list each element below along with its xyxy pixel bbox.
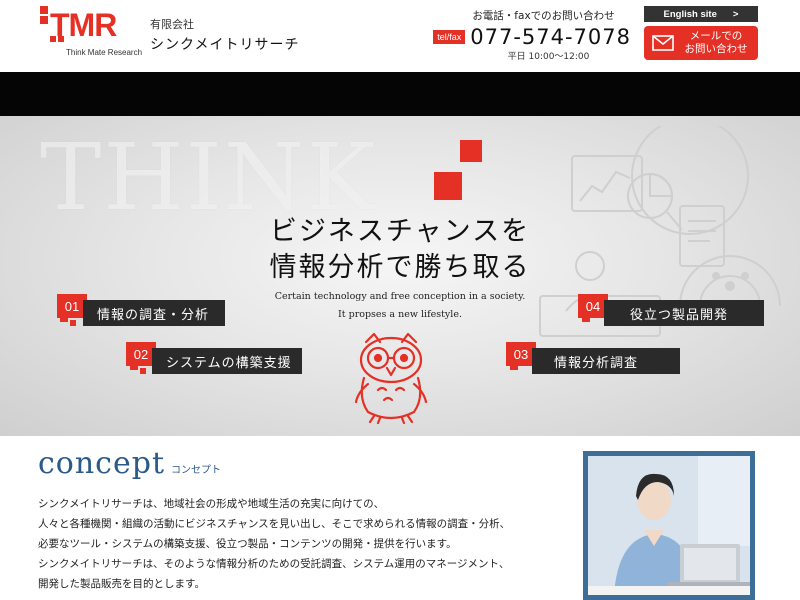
company-block: 有限会社 シンクメイトリサーチ [150,16,299,54]
concept-heading: concept コンセプト [38,446,221,481]
telfax-tag: tel/fax [433,30,466,44]
accent-square [60,314,68,322]
contact-row: tel/fax 077-574-7078 [426,25,631,49]
concept-line: 必要なツール・システムの構築支援、役立つ製品・コンテンツの開発・提供を行います。 [38,538,457,550]
concept-line: 人々と各種機関・組織の活動にビジネスチャンスを見い出し、そこで求められる情報の調… [38,518,511,530]
feature-label: 情報分析調査 [532,348,680,374]
hero-tagline-line1: Certain technology and free conception i… [274,291,526,302]
logo-subtitle: Think Mate Research [66,48,143,57]
feature-label: システムの構築支援 [152,348,302,374]
chevron-right-icon: > [732,8,739,20]
concept-photo-frame [583,451,755,600]
owl-mascot-icon [354,332,428,424]
accent-square [582,314,590,322]
company-name: シンクメイトリサーチ [150,37,300,53]
accent-square [434,172,462,200]
accent-square [70,320,76,326]
phone-number[interactable]: 077-574-7078 [470,25,631,49]
hero-tagline-line2: It propses a new lifestyle. [338,309,462,320]
nav-band [0,72,800,116]
mail-icon [652,35,674,51]
concept-line: シンクメイトリサーチは、地域社会の形成や地域生活の充実に向けての、 [38,498,385,510]
company-type: 有限会社 [150,18,194,31]
company-logo[interactable]: TMR Think Mate Research [40,6,143,64]
feature-01[interactable]: 01 情報の調査・分析 [57,286,225,326]
accent-square [460,140,482,162]
feature-label: 役立つ製品開発 [604,300,764,326]
accent-square [140,368,146,374]
mail-label-line2: お問い合わせ [684,43,748,55]
logo-text: TMR [50,7,117,43]
contact-block: お電話・faxでのお問い合わせ tel/fax 077-574-7078 平日 … [426,8,631,62]
concept-body: シンクメイトリサーチは、地域社会の形成や地域生活の充実に向けての、 人々と各種機… [38,494,578,594]
accent-square [510,362,518,370]
english-site-button[interactable]: English site > [644,6,758,22]
hero-tagline: Certain technology and free conception i… [260,288,540,324]
contact-label: お電話・faxでのお問い合わせ [472,10,615,22]
mail-label-line1: メールでの [689,30,743,42]
feature-02[interactable]: 02 システムの構築支援 [126,334,302,374]
feature-04[interactable]: 04 役立つ製品開発 [578,286,764,326]
english-site-label: English site [663,8,717,20]
hero-section: THINK ビジネスチャンスを 情報分析で勝ち取る Certain techno… [0,116,800,436]
tmr-logo-mark: TMR [40,6,118,43]
mail-button-label: メールでの お問い合わせ [674,30,758,56]
business-hours: 平日 10:00〜12:00 [507,52,590,62]
hero-headline-line2: 情報分析で勝ち取る [269,252,531,283]
concept-photo [588,456,750,595]
feature-03[interactable]: 03 情報分析調査 [506,334,680,374]
mail-contact-button[interactable]: メールでの お問い合わせ [644,26,758,60]
concept-title-en: concept [38,446,165,481]
accent-square [130,362,138,370]
hero-headline: ビジネスチャンスを 情報分析で勝ち取る [260,214,540,286]
concept-line: シンクメイトリサーチは、そのような情報分析のための受託調査、システム運用のマネー… [38,558,510,570]
concept-line: 開発した製品販売を目的とします。 [38,578,205,590]
site-header: TMR Think Mate Research 有限会社 シンクメイトリサーチ … [0,0,800,72]
concept-title-ja: コンセプト [171,465,221,476]
hero-headline-line1: ビジネスチャンスを [269,216,531,247]
feature-label: 情報の調査・分析 [83,300,225,326]
person-at-laptop-illustration [588,456,750,595]
